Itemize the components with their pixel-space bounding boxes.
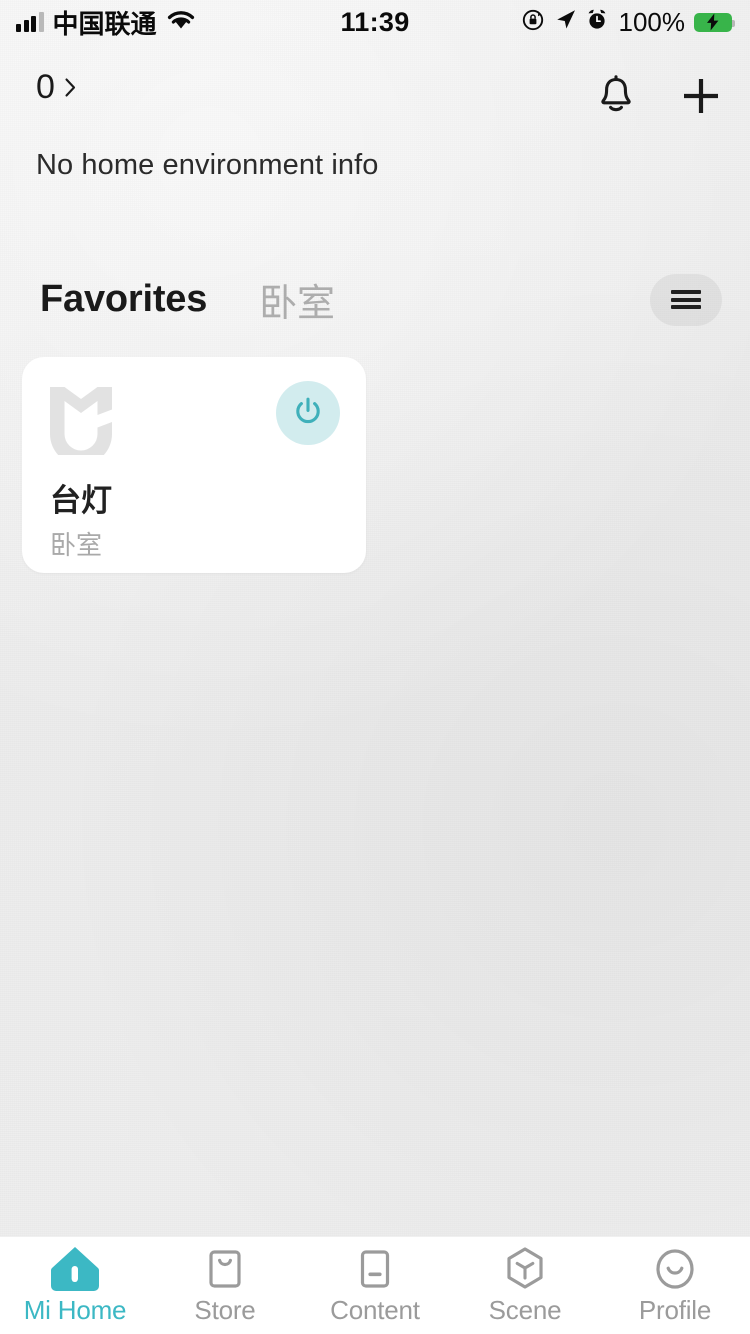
nav-label-store: Store <box>194 1295 256 1325</box>
power-icon <box>292 395 324 432</box>
nav-item-content[interactable]: Content <box>300 1237 450 1326</box>
status-bar: 中国联通 11:39 100% <box>0 0 750 44</box>
page-header: 0 No home environment info <box>0 44 750 182</box>
power-toggle-button[interactable] <box>276 381 340 445</box>
nav-item-mi-home[interactable]: Mi Home <box>0 1237 150 1326</box>
wifi-icon <box>166 9 196 36</box>
nav-label-mi-home: Mi Home <box>23 1295 127 1325</box>
app-screen: 中国联通 11:39 100% 0 No home environment in… <box>0 0 750 1334</box>
home-icon <box>48 1244 102 1294</box>
scene-hexagon-icon <box>500 1244 550 1294</box>
device-card-grid: 台灯 卧室 <box>0 327 750 573</box>
tab-bedroom[interactable]: 卧室 <box>259 272 335 327</box>
location-arrow-icon <box>554 8 577 36</box>
shop-bag-icon <box>201 1244 249 1294</box>
status-bar-left: 中国联通 <box>16 4 196 41</box>
alarm-clock-icon <box>586 8 608 36</box>
nav-label-profile: Profile <box>638 1295 712 1325</box>
nav-label-scene: Scene <box>488 1295 562 1325</box>
carrier-label: 中国联通 <box>52 8 157 39</box>
profile-smiley-icon <box>650 1244 700 1294</box>
home-environment-info: No home environment info <box>36 149 379 181</box>
room-tabs: Favorites 卧室 <box>0 272 750 327</box>
hamburger-menu-icon[interactable] <box>650 273 722 326</box>
bell-icon[interactable] <box>596 74 636 123</box>
content-icon <box>351 1244 399 1294</box>
nav-item-scene[interactable]: Scene <box>450 1237 600 1326</box>
device-card[interactable]: 台灯 卧室 <box>22 357 366 573</box>
tab-favorites[interactable]: Favorites <box>40 278 207 321</box>
signal-icon <box>16 12 44 32</box>
device-name: 台灯 <box>50 483 112 518</box>
header-top-row: 0 <box>36 70 722 123</box>
chevron-right-icon <box>65 77 76 97</box>
plus-icon[interactable] <box>680 75 722 122</box>
battery-charging-icon <box>694 12 735 32</box>
header-actions <box>596 70 722 123</box>
status-bar-right: 100% <box>521 6 735 38</box>
home-count-label: 0 <box>36 68 55 106</box>
nav-label-content: Content <box>330 1295 420 1325</box>
device-room: 卧室 <box>50 530 103 560</box>
home-selector[interactable]: 0 <box>36 70 76 104</box>
rotation-lock-icon <box>521 8 545 37</box>
bottom-navigation: Mi Home Store Content Scene Profile <box>0 1236 750 1334</box>
mijia-logo-icon <box>48 387 114 465</box>
nav-item-store[interactable]: Store <box>150 1237 300 1326</box>
nav-item-profile[interactable]: Profile <box>600 1237 750 1326</box>
battery-percent-label: 100% <box>618 6 686 37</box>
